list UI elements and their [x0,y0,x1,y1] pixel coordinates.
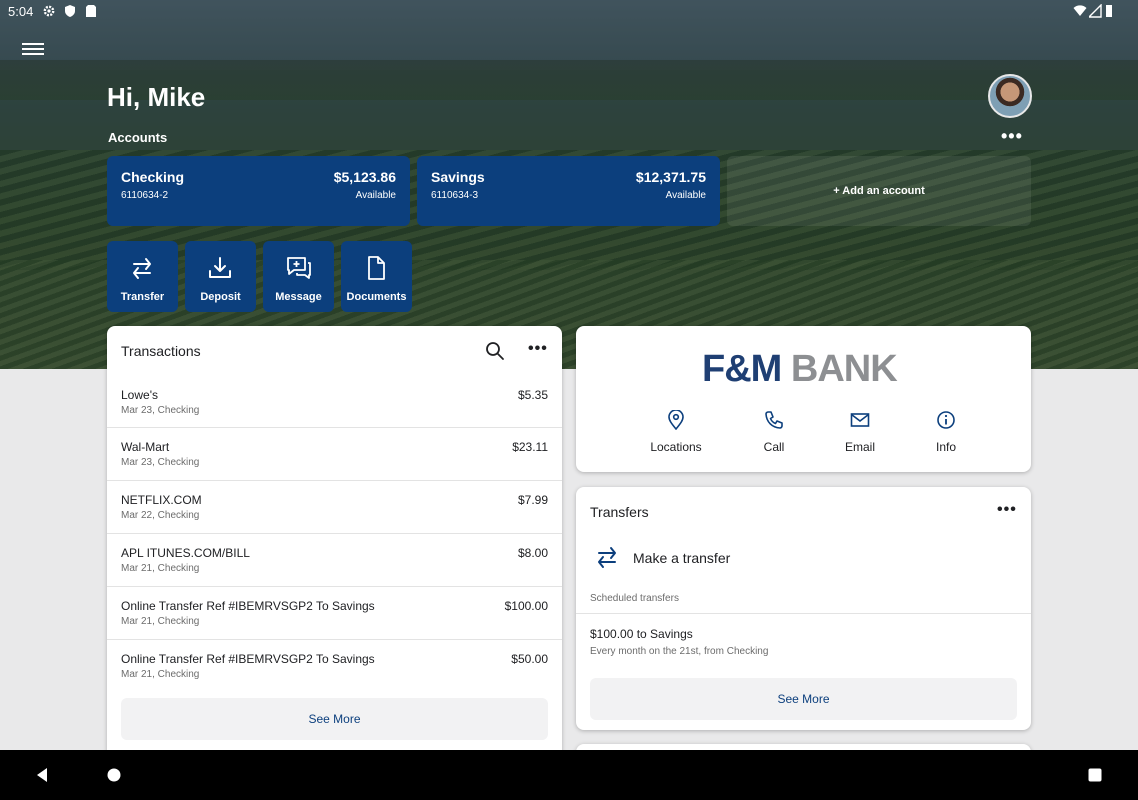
documents-label: Documents [346,291,407,303]
transaction-subtitle: Mar 21, Checking [121,669,200,680]
bank-logo-word: BANK [790,348,898,390]
transaction-amount: $7.99 [517,493,548,507]
transfer-icon [598,547,616,568]
message-button[interactable]: Message [263,241,334,312]
avatar[interactable] [988,74,1032,118]
transaction-amount: $100.00 [504,599,548,613]
email-label: Email [844,440,875,454]
transfers-more-icon[interactable]: ••• [997,501,1017,519]
transfer-icon [133,258,151,279]
account-name: Checking [121,169,185,185]
info-icon [937,411,955,429]
bank-logo: F&M BANK [702,348,898,391]
locations-button[interactable]: Locations [641,410,711,454]
wifi-icon [1073,5,1087,16]
email-button[interactable]: Email [825,410,895,454]
account-balance-label: Available [665,190,706,201]
map-pin-icon [668,410,684,430]
bank-logo-mark: F&M [702,348,782,390]
transfers-title: Transfers [590,504,649,520]
account-balance-label: Available [355,190,396,201]
transaction-description: APL ITUNES.COM/BILL [121,546,250,560]
scheduled-transfer-title: $100.00 to Savings [590,627,693,641]
transaction-row[interactable]: APL ITUNES.COM/BILL $8.00 Mar 21, Checki… [107,533,562,587]
document-icon [368,256,385,280]
accounts-more-icon[interactable]: ••• [1001,126,1023,147]
sim-card-icon [86,5,96,17]
transaction-description: Online Transfer Ref #IBEMRVSGP2 To Savin… [121,599,375,613]
account-name: Savings [431,169,485,185]
account-card-checking[interactable]: Checking 6110634-2 $5,123.86 Available [107,156,410,226]
transfer-button[interactable]: Transfer [107,241,178,312]
transaction-description: Lowe's [121,388,158,402]
deposit-button[interactable]: Deposit [185,241,256,312]
transaction-subtitle: Mar 21, Checking [121,616,200,627]
transaction-amount: $8.00 [517,546,548,560]
scheduled-transfer-subtitle: Every month on the 21st, from Checking [590,646,769,657]
battery-icon [1106,5,1112,17]
transaction-subtitle: Mar 21, Checking [121,563,200,574]
mail-icon [850,413,870,427]
transaction-amount: $50.00 [511,652,548,666]
transactions-more-icon[interactable]: ••• [528,340,548,358]
transfers-see-more-button[interactable]: See More [590,678,1017,720]
deposit-label: Deposit [200,291,241,303]
transaction-description: Wal-Mart [121,440,170,454]
status-bar: 5:04 [0,0,1138,24]
locations-label: Locations [650,440,702,454]
account-number: 6110634-2 [121,190,169,201]
make-transfer-label: Make a transfer [633,550,731,566]
transaction-amount: $23.11 [512,440,548,454]
call-label: Call [763,440,785,454]
account-number: 6110634-3 [431,190,479,201]
transaction-row[interactable]: Online Transfer Ref #IBEMRVSGP2 To Savin… [107,586,562,640]
phone-icon [765,411,783,429]
recents-icon[interactable] [1087,767,1103,783]
transaction-row[interactable]: Online Transfer Ref #IBEMRVSGP2 To Savin… [107,639,562,693]
accounts-label: Accounts [108,130,168,145]
gear-icon [43,5,55,17]
search-icon[interactable] [485,341,505,361]
greeting: Hi, Mike [107,82,206,112]
back-icon[interactable] [34,767,50,783]
menu-icon[interactable] [22,40,44,60]
shield-icon [65,5,75,17]
transaction-description: Online Transfer Ref #IBEMRVSGP2 To Savin… [121,652,375,666]
info-label: Info [935,440,956,454]
scheduled-transfer-row[interactable]: $100.00 to Savings Every month on the 21… [576,614,1031,664]
add-account-button[interactable]: + Add an account [727,156,1031,226]
transaction-row[interactable]: NETFLIX.COM $7.99 Mar 22, Checking [107,480,562,534]
documents-button[interactable]: Documents [341,241,412,312]
transaction-amount: $5.35 [517,388,548,402]
status-time: 5:04 [8,4,34,19]
scheduled-transfers-label: Scheduled transfers [590,593,679,604]
make-transfer-button[interactable]: Make a transfer [590,539,1017,577]
transaction-subtitle: Mar 22, Checking [121,510,200,521]
transfer-label: Transfer [120,291,165,303]
transaction-row[interactable]: Wal-Mart $23.11 Mar 23, Checking [107,427,562,481]
system-nav-bar [0,750,1138,800]
info-button[interactable]: Info [911,410,981,454]
transaction-subtitle: Mar 23, Checking [121,457,200,468]
transaction-description: NETFLIX.COM [121,493,202,507]
transaction-subtitle: Mar 23, Checking [121,405,200,416]
transaction-row[interactable]: Lowe's $5.35 Mar 23, Checking [107,376,562,429]
account-card-savings[interactable]: Savings 6110634-3 $12,371.75 Available [417,156,720,226]
call-button[interactable]: Call [739,410,809,454]
message-label: Message [275,291,322,303]
transactions-title: Transactions [121,343,201,359]
message-icon [287,257,311,279]
transactions-see-more-button[interactable]: See More [121,698,548,740]
transactions-panel: Transactions ••• Lowe's $5.35 Mar 23, Ch… [107,326,562,766]
transfers-panel: Transfers ••• Make a transfer Scheduled … [576,487,1031,730]
account-balance: $5,123.86 [333,169,396,185]
home-icon[interactable] [106,767,122,783]
download-icon [209,257,231,278]
bank-info-panel: F&M BANK Locations Call Email Info [576,326,1031,472]
signal-icon [1089,4,1102,18]
account-balance: $12,371.75 [635,169,706,185]
